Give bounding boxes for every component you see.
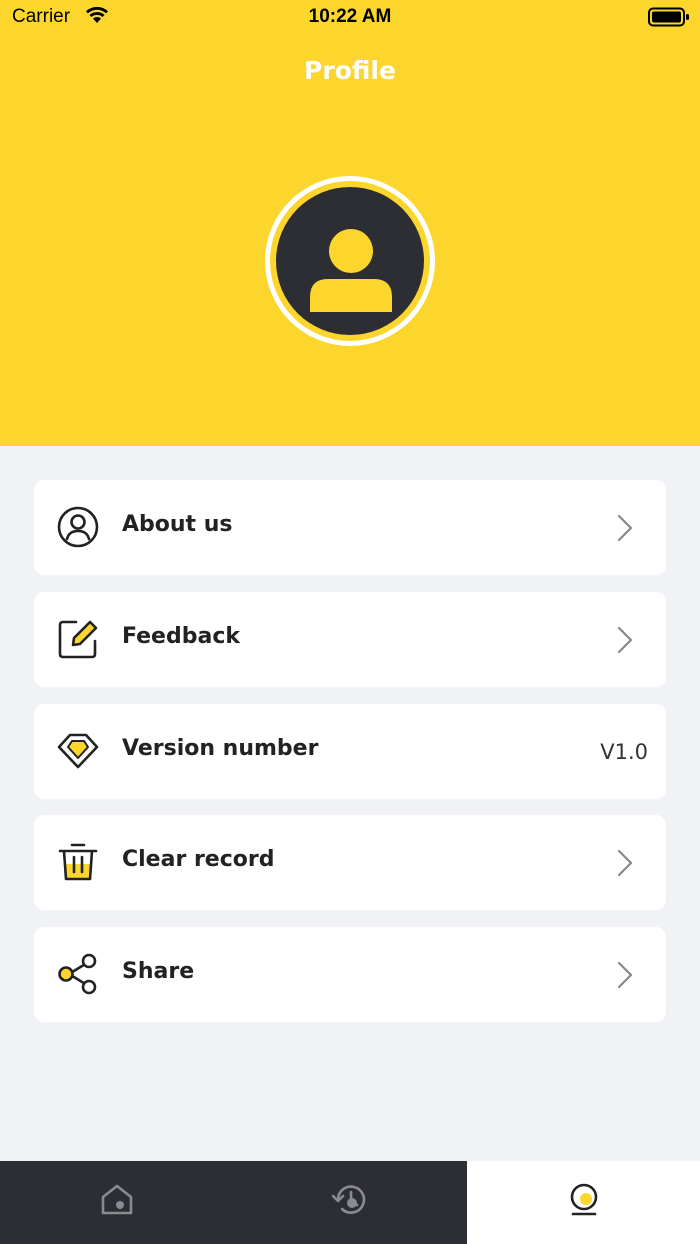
menu-item-share[interactable]: Share (34, 927, 666, 1022)
tab-profile[interactable] (467, 1161, 700, 1244)
tab-home[interactable] (0, 1161, 233, 1244)
menu-item-label: Clear record (122, 847, 275, 872)
profile-header: Carrier 10:22 AM Profile (0, 0, 700, 446)
history-icon (331, 1185, 365, 1214)
profile-icon (570, 1183, 597, 1216)
chevron-right-icon (617, 849, 633, 877)
battery-icon (648, 7, 689, 27)
status-bar: Carrier 10:22 AM (0, 0, 700, 40)
avatar[interactable] (265, 176, 435, 346)
home-icon (101, 1184, 132, 1215)
user-avatar-icon (310, 229, 392, 312)
chevron-right-icon (617, 626, 633, 654)
share-icon (58, 953, 97, 995)
chevron-right-icon (617, 961, 633, 989)
version-value: V1.0 (600, 740, 648, 764)
tab-history[interactable] (233, 1161, 466, 1244)
page-title: Profile (304, 56, 396, 85)
edit-icon (58, 620, 98, 659)
user-circle-icon (57, 506, 99, 548)
menu-item-version-number: Version number V1.0 (34, 704, 666, 799)
menu-item-label: Share (122, 959, 195, 984)
menu-item-label: Version number (122, 736, 319, 761)
diamond-icon (57, 733, 99, 769)
menu-item-about-us[interactable]: About us (34, 480, 666, 575)
chevron-right-icon (617, 514, 633, 542)
trash-icon (58, 843, 98, 881)
menu-item-clear-record[interactable]: Clear record (34, 815, 666, 910)
profile-screen: Carrier 10:22 AM Profile About us Feedba… (0, 0, 700, 1244)
clock: 10:22 AM (308, 6, 392, 27)
menu-item-label: About us (122, 512, 233, 537)
menu-item-label: Feedback (122, 624, 240, 649)
tab-bar (0, 1161, 700, 1244)
menu-item-feedback[interactable]: Feedback (34, 592, 666, 687)
